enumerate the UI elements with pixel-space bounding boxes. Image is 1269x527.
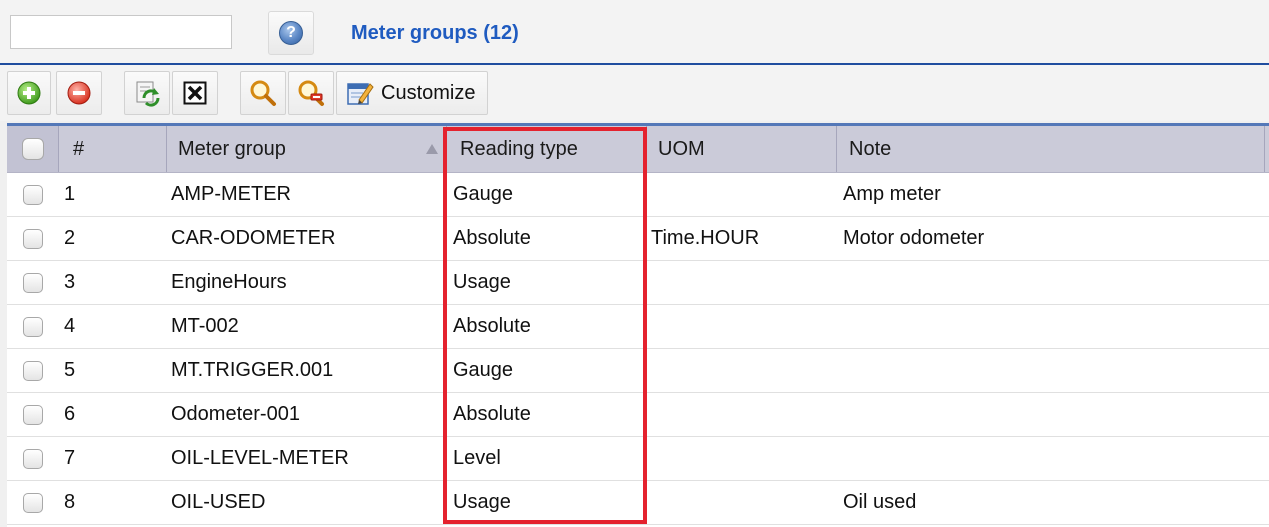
reading-type-cell: Gauge: [453, 183, 514, 205]
row-checkbox[interactable]: [23, 228, 43, 249]
help-icon: ?: [279, 21, 303, 45]
table-row[interactable]: 2 CAR-ODOMETER Absolute Time.HOUR Motor …: [7, 217, 1269, 261]
row-checkbox[interactable]: [23, 360, 43, 381]
customize-label: Customize: [381, 81, 476, 104]
row-checkbox-cell: [23, 437, 43, 480]
meter-group-cell: OIL-LEVEL-METER: [171, 447, 349, 469]
row-number: 2: [64, 227, 76, 249]
meter-group-cell: AMP-METER: [171, 183, 291, 205]
column-header-reading-type-label: Reading type: [460, 137, 578, 160]
row-number: 7: [64, 447, 76, 469]
table-row[interactable]: 7 OIL-LEVEL-METER Level: [7, 437, 1269, 481]
customize-icon: [347, 83, 374, 105]
row-checkbox-cell: [23, 217, 43, 260]
reading-type-cell: Absolute: [453, 227, 531, 249]
sort-ascending-icon: [426, 144, 438, 154]
row-checkbox-cell: [23, 173, 43, 216]
column-header-number-label: #: [73, 137, 85, 160]
column-header-uom-label: UOM: [658, 137, 705, 160]
row-checkbox-cell: [23, 481, 43, 524]
select-all-cell: [7, 126, 59, 172]
column-header-note-label: Note: [849, 137, 892, 160]
column-header-meter-group[interactable]: Meter group: [167, 126, 447, 172]
search-input[interactable]: [10, 15, 232, 49]
clear-button[interactable]: [172, 71, 218, 115]
row-checkbox-cell: [23, 349, 43, 392]
meter-group-cell: Odometer-001: [171, 403, 300, 425]
row-checkbox[interactable]: [23, 316, 43, 337]
table-row[interactable]: 4 MT-002 Absolute: [7, 305, 1269, 349]
column-header-number[interactable]: #: [59, 126, 167, 172]
search-icon: [250, 80, 276, 106]
meter-group-cell: MT-002: [171, 315, 239, 337]
clear-search-button[interactable]: [288, 71, 334, 115]
help-button[interactable]: ?: [268, 11, 314, 55]
row-checkbox-cell: [23, 261, 43, 304]
table-row[interactable]: 3 EngineHours Usage: [7, 261, 1269, 305]
row-number: 5: [64, 359, 76, 381]
meter-group-cell: CAR-ODOMETER: [171, 227, 336, 249]
column-header-reading-type[interactable]: Reading type: [447, 126, 647, 172]
remove-button[interactable]: [56, 71, 102, 115]
meter-group-cell: MT.TRIGGER.001: [171, 359, 334, 381]
row-number: 1: [64, 183, 76, 205]
reading-type-cell: Usage: [453, 271, 511, 293]
row-checkbox-cell: [23, 305, 43, 348]
reading-type-cell: Level: [453, 447, 501, 469]
search-button[interactable]: [240, 71, 286, 115]
add-icon: [17, 81, 41, 105]
meter-group-cell: OIL-USED: [171, 491, 266, 513]
reading-type-cell: Usage: [453, 491, 511, 513]
column-header-note[interactable]: Note: [837, 126, 1265, 172]
reading-type-cell: Gauge: [453, 359, 514, 381]
row-checkbox-cell: [23, 393, 43, 436]
clear-search-icon: [298, 80, 324, 106]
row-checkbox[interactable]: [23, 272, 43, 293]
note-cell: Motor odometer: [843, 227, 985, 249]
table-row[interactable]: 8 OIL-USED Usage Oil used: [7, 481, 1269, 525]
page-title: Meter groups (12): [351, 22, 519, 44]
table-row[interactable]: 5 MT.TRIGGER.001 Gauge: [7, 349, 1269, 393]
customize-button[interactable]: Customize: [336, 71, 488, 115]
table-row[interactable]: 1 AMP-METER Gauge Amp meter: [7, 173, 1269, 217]
note-cell: Oil used: [843, 491, 917, 513]
row-number: 8: [64, 491, 76, 513]
column-header-uom[interactable]: UOM: [647, 126, 837, 172]
meter-group-cell: EngineHours: [171, 271, 287, 293]
top-bar: ? Meter groups (12): [0, 0, 1269, 65]
refresh-icon: [136, 81, 160, 107]
row-number: 4: [64, 315, 76, 337]
row-checkbox[interactable]: [23, 492, 43, 513]
column-header-meter-group-label: Meter group: [178, 137, 286, 160]
add-button[interactable]: [7, 71, 51, 115]
row-number: 6: [64, 403, 76, 425]
clear-icon: [183, 81, 207, 105]
toolbar: Customize: [0, 65, 1269, 121]
select-all-checkbox[interactable]: [21, 138, 44, 160]
reading-type-cell: Absolute: [453, 315, 531, 337]
row-checkbox[interactable]: [23, 404, 43, 425]
table-row[interactable]: 6 Odometer-001 Absolute: [7, 393, 1269, 437]
row-number: 3: [64, 271, 76, 293]
grid-body: 1 AMP-METER Gauge Amp meter 2 CAR-ODOMET…: [7, 173, 1269, 525]
refresh-button[interactable]: [124, 71, 170, 115]
grid-header: # Meter group Reading type UOM Note: [7, 126, 1269, 173]
row-checkbox[interactable]: [23, 184, 43, 205]
meter-groups-grid: # Meter group Reading type UOM Note 1 AM…: [7, 123, 1269, 527]
remove-icon: [67, 81, 91, 105]
note-cell: Amp meter: [843, 183, 941, 205]
uom-cell: Time.HOUR: [651, 227, 760, 249]
reading-type-cell: Absolute: [453, 403, 531, 425]
row-checkbox[interactable]: [23, 448, 43, 469]
